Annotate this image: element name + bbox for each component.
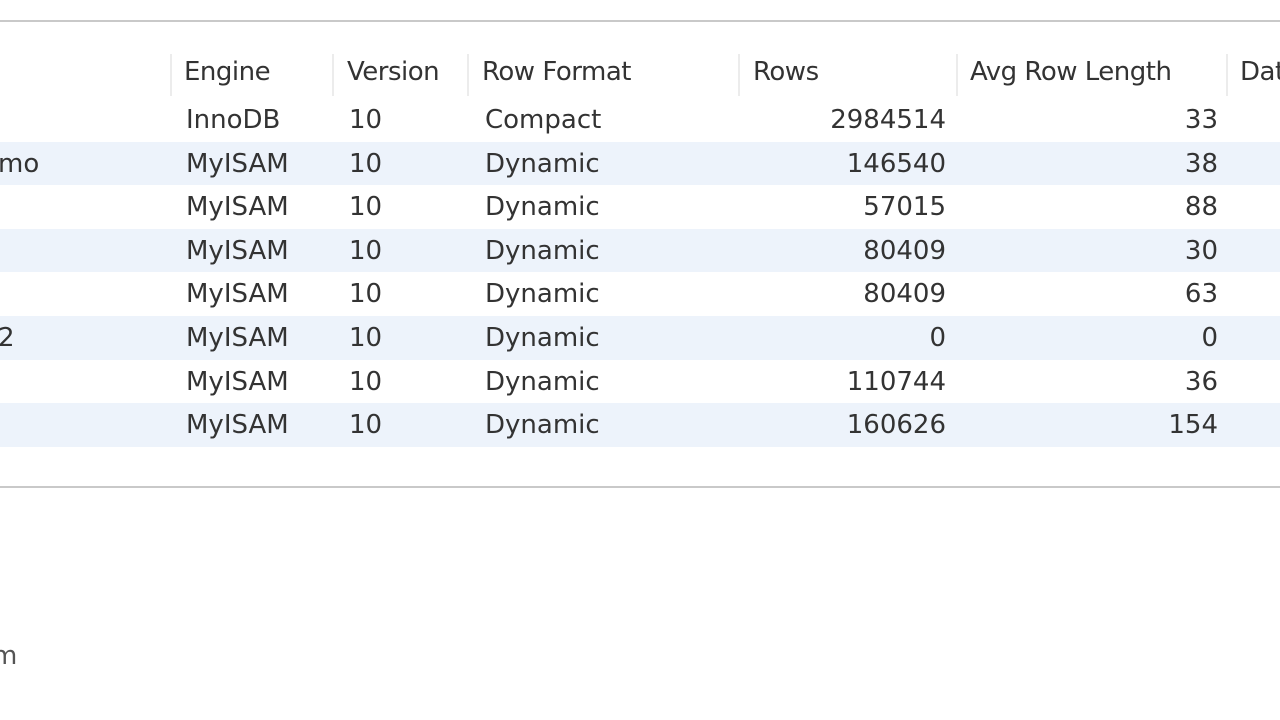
cell-version: 10: [349, 235, 383, 266]
cell-row-format: Dynamic: [485, 322, 600, 353]
column-header-avg-row-length[interactable]: Avg Row Length: [970, 54, 1172, 94]
cell-avg-row-length: 154: [1168, 410, 1218, 441]
column-header-data-length[interactable]: Dat: [1240, 54, 1280, 94]
table-row[interactable]: MyISAM 10 Dynamic 160626 154: [0, 403, 1280, 447]
top-divider: [0, 20, 1280, 22]
cell-row-format: Dynamic: [485, 410, 600, 441]
table-body: InnoDB 10 Compact 2984514 33 mo MyISAM 1…: [0, 98, 1280, 447]
cell-name: [0, 360, 168, 404]
column-separator[interactable]: [332, 54, 334, 96]
cell-name: [0, 229, 168, 273]
table-row[interactable]: 2 MyISAM 10 Dynamic 0 0: [0, 315, 1280, 360]
cell-engine: MyISAM: [186, 235, 289, 266]
cell-rows: 110744: [846, 366, 946, 397]
cell-name: [0, 403, 168, 447]
cell-engine: MyISAM: [186, 366, 289, 397]
cell-name: 2: [0, 322, 15, 353]
cell-rows: 0: [929, 322, 946, 353]
cell-version: 10: [349, 322, 383, 353]
table-row[interactable]: MyISAM 10 Dynamic 57015 88: [0, 185, 1280, 229]
cell-engine: MyISAM: [186, 192, 289, 223]
cell-name: mo: [0, 148, 40, 179]
table-header-row: Engine Version Row Format Rows Avg Row L…: [0, 46, 1280, 98]
table-row[interactable]: InnoDB 10 Compact 2984514 33: [0, 98, 1280, 142]
column-header-version[interactable]: Version: [347, 54, 440, 94]
cell-name: [0, 185, 168, 229]
cell-rows: 2984514: [830, 105, 946, 135]
cell-rows: 160626: [846, 410, 946, 441]
footer-text: m: [0, 641, 18, 671]
table-info-screen: Engine Version Row Format Rows Avg Row L…: [0, 0, 1280, 720]
cell-rows: 57015: [863, 192, 946, 223]
cell-row-format: Dynamic: [485, 366, 600, 397]
cell-engine: MyISAM: [186, 410, 289, 441]
cell-engine: MyISAM: [186, 279, 289, 310]
table-row[interactable]: MyISAM 10 Dynamic 80409 30: [0, 228, 1280, 273]
cell-avg-row-length: 36: [1184, 366, 1218, 397]
cell-avg-row-length: 63: [1184, 279, 1218, 310]
cell-engine: InnoDB: [186, 105, 281, 135]
cell-avg-row-length: 33: [1184, 105, 1218, 135]
cell-row-format: Compact: [485, 105, 602, 135]
cell-engine: MyISAM: [186, 322, 289, 353]
cell-row-format: Dynamic: [485, 235, 600, 266]
cell-rows: 80409: [863, 235, 946, 266]
cell-name: [0, 98, 168, 142]
column-header-rows[interactable]: Rows: [753, 54, 819, 94]
column-header-engine[interactable]: Engine: [184, 54, 271, 94]
column-separator[interactable]: [956, 54, 958, 96]
cell-version: 10: [349, 105, 383, 135]
column-separator[interactable]: [1226, 54, 1228, 96]
table-row[interactable]: MyISAM 10 Dynamic 110744 36: [0, 360, 1280, 404]
cell-rows: 146540: [846, 148, 946, 179]
cell-row-format: Dynamic: [485, 279, 600, 310]
cell-row-format: Dynamic: [485, 148, 600, 179]
column-header-row-format[interactable]: Row Format: [482, 54, 631, 94]
cell-version: 10: [349, 192, 383, 223]
cell-row-format: Dynamic: [485, 192, 600, 223]
column-separator[interactable]: [738, 54, 740, 96]
cell-version: 10: [349, 410, 383, 441]
column-separator[interactable]: [170, 54, 172, 96]
cell-version: 10: [349, 148, 383, 179]
cell-avg-row-length: 0: [1201, 322, 1218, 353]
table-row[interactable]: mo MyISAM 10 Dynamic 146540 38: [0, 141, 1280, 186]
table-row[interactable]: MyISAM 10 Dynamic 80409 63: [0, 272, 1280, 316]
cell-version: 10: [349, 279, 383, 310]
cell-engine: MyISAM: [186, 148, 289, 179]
column-separator[interactable]: [467, 54, 469, 96]
cell-avg-row-length: 30: [1184, 235, 1218, 266]
cell-name: [0, 272, 168, 316]
table-grid: Engine Version Row Format Rows Avg Row L…: [0, 46, 1280, 488]
cell-avg-row-length: 38: [1184, 148, 1218, 179]
cell-avg-row-length: 88: [1184, 192, 1218, 223]
cell-version: 10: [349, 366, 383, 397]
cell-rows: 80409: [863, 279, 946, 310]
